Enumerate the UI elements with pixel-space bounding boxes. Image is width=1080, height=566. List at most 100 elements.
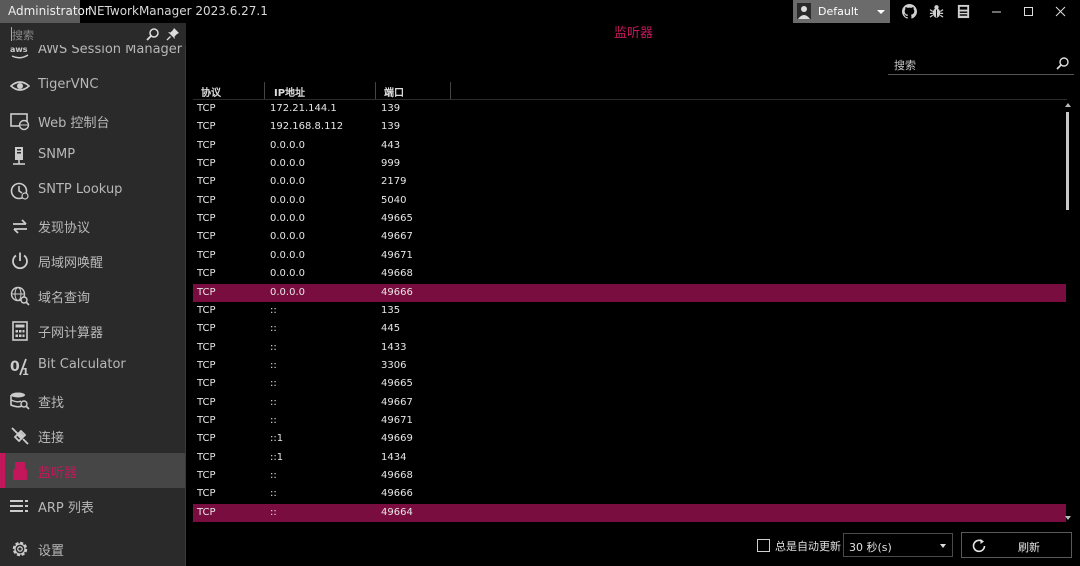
sidebar-item-listeners[interactable]: 监听器 [0, 453, 185, 488]
web-console-icon [10, 113, 30, 131]
column-divider[interactable] [264, 82, 265, 99]
sidebar-item-wol[interactable]: 局域网唤醒 [0, 243, 185, 278]
gear-icon [12, 541, 28, 557]
minimize-button[interactable] [980, 0, 1014, 23]
sidebar-item-connections[interactable]: 连接 [0, 418, 185, 453]
profile-selector[interactable]: Default [793, 0, 890, 23]
sidebar-item-label: ARP 列表 [38, 501, 94, 516]
sidebar-item-label: TigerVNC [38, 77, 99, 92]
protocol-cell: TCP [197, 323, 216, 335]
sidebar-search-input[interactable]: 搜索 [12, 27, 34, 43]
sidebar-item-lookup[interactable]: 查找 [0, 383, 185, 418]
refresh-button[interactable]: 刷新 [961, 532, 1072, 558]
document-icon[interactable] [956, 4, 971, 19]
ip-address-cell: :: [270, 488, 277, 500]
calculator-icon [12, 321, 28, 341]
port-cell: 49667 [381, 396, 413, 408]
table-row[interactable]: TCP:: 49668 [193, 467, 1066, 485]
table-row[interactable]: TCP 192.168.8.112 139 [193, 118, 1066, 136]
table-row[interactable]: TCP 0.0.0.0 49671 [193, 247, 1066, 265]
port-cell: 443 [381, 139, 401, 151]
sidebar-item-discovery[interactable]: 发现协议 [0, 208, 185, 243]
table-row[interactable]: TCP:: 1433 [193, 339, 1066, 357]
search-input[interactable]: 搜索 [894, 57, 916, 73]
table-row[interactable]: TCP::1 49669 [193, 430, 1066, 448]
table-row[interactable]: TCP:: 49665 [193, 375, 1066, 393]
scroll-down-arrow[interactable] [1065, 516, 1071, 520]
bug-icon[interactable] [929, 4, 944, 19]
sidebar-item-aws[interactable]: aws AWS Session Manager [0, 45, 185, 68]
column-divider[interactable] [375, 82, 376, 99]
refresh-interval-value: 30 秒(s) [849, 541, 892, 554]
table-row[interactable]: TCP 0.0.0.0 49668 [193, 265, 1066, 283]
sidebar-item-label: 域名查询 [38, 291, 91, 306]
ip-address-cell: 192.168.8.112 [270, 121, 344, 133]
refresh-interval-select[interactable]: 30 秒(s) [843, 533, 953, 557]
title-bar: Administrator NETworkManager 2023.6.27.1… [0, 0, 1080, 23]
table-row[interactable]: TCP:: 49666 [193, 485, 1066, 503]
scroll-up-arrow[interactable] [1065, 103, 1071, 107]
ip-address-cell: :: [270, 359, 277, 371]
chevron-down-icon [877, 10, 885, 14]
app-title: NETworkManager 2023.6.27.1 [88, 4, 268, 18]
column-header-ip[interactable]: IP地址 [274, 84, 305, 99]
sidebar-item-sntp[interactable]: SNTP Lookup [0, 173, 185, 208]
table-row[interactable]: TCP:: 135 [193, 302, 1066, 320]
maximize-button[interactable] [1012, 0, 1046, 23]
table-row[interactable]: TCP:: 3306 [193, 357, 1066, 375]
table-row[interactable]: TCP 0.0.0.0 49666 [193, 283, 1066, 302]
table-row[interactable]: TCP::1 1434 [193, 449, 1066, 467]
table-row[interactable]: TCP 0.0.0.0 2179 [193, 173, 1066, 191]
sidebar-item-label: 查找 [38, 396, 65, 411]
sidebar-search[interactable]: 搜索 [0, 23, 186, 45]
ip-address-cell: :: [270, 396, 277, 408]
active-indicator [0, 453, 5, 488]
sidebar-item-tigervnc[interactable]: TigerVNC [0, 68, 185, 103]
port-cell: 49671 [381, 249, 413, 261]
table-row[interactable]: TCP:: 49671 [193, 412, 1066, 430]
port-cell: 49664 [381, 506, 413, 518]
sidebar-item-arp[interactable]: ARP 列表 [0, 488, 185, 523]
protocol-cell: TCP [197, 378, 216, 390]
sidebar-item-web-console[interactable]: Web 控制台 [0, 103, 185, 138]
sidebar-item-snmp[interactable]: SNMP [0, 138, 185, 173]
sidebar-item-label: Web 控制台 [38, 116, 110, 131]
table-row[interactable]: TCP:: 49664 [193, 503, 1066, 522]
sidebar-item-bit-calculator[interactable]: 0 1 Bit Calculator [0, 348, 185, 383]
listeners-panel: 监听器 搜索 协议 IP地址 端口 TCP 172.21.144.1 139 TCP 1… [187, 23, 1080, 566]
port-cell: 3306 [381, 359, 407, 371]
port-cell: 49668 [381, 470, 413, 481]
auto-refresh-label[interactable]: 总是自动更新 [775, 538, 841, 554]
sidebar-item-subnet[interactable]: 子网计算器 [0, 313, 185, 348]
ip-address-cell: ::1 [270, 433, 284, 445]
table-row[interactable]: TCP 0.0.0.0 999 [193, 155, 1066, 173]
protocol-cell: TCP [197, 213, 216, 225]
search-field[interactable]: 搜索 [888, 53, 1074, 75]
table-row[interactable]: TCP:: 445 [193, 320, 1066, 338]
github-icon[interactable] [902, 4, 917, 19]
sidebar-item-settings[interactable]: 设置 [0, 531, 185, 566]
scrollbar-thumb[interactable] [1066, 112, 1069, 210]
port-cell: 49666 [381, 488, 413, 500]
protocol-cell: TCP [197, 268, 216, 280]
close-button[interactable] [1044, 0, 1078, 23]
column-header-protocol[interactable]: 协议 [201, 84, 221, 99]
port-cell: 49666 [381, 286, 413, 298]
sidebar-item-label: 设置 [38, 544, 65, 559]
table-row[interactable]: TCP 172.21.144.1 139 [193, 100, 1066, 118]
sidebar-item-dns[interactable]: 域名查询 [0, 278, 185, 313]
column-divider[interactable] [450, 82, 451, 99]
table-row[interactable]: TCP:: 49667 [193, 394, 1066, 412]
pin-icon[interactable] [166, 27, 180, 41]
column-header-port[interactable]: 端口 [384, 84, 404, 99]
svg-text:0: 0 [10, 359, 20, 375]
protocol-cell: TCP [197, 286, 216, 298]
port-cell: 999 [381, 158, 401, 170]
table-row[interactable]: TCP 0.0.0.0 49665 [193, 210, 1066, 228]
table-row[interactable]: TCP 0.0.0.0 49667 [193, 228, 1066, 246]
auto-refresh-checkbox[interactable] [757, 539, 770, 552]
refresh-icon [972, 539, 986, 553]
table-row[interactable]: TCP 0.0.0.0 443 [193, 137, 1066, 155]
ip-address-cell: 172.21.144.1 [270, 103, 337, 114]
table-row[interactable]: TCP 0.0.0.0 5040 [193, 192, 1066, 210]
